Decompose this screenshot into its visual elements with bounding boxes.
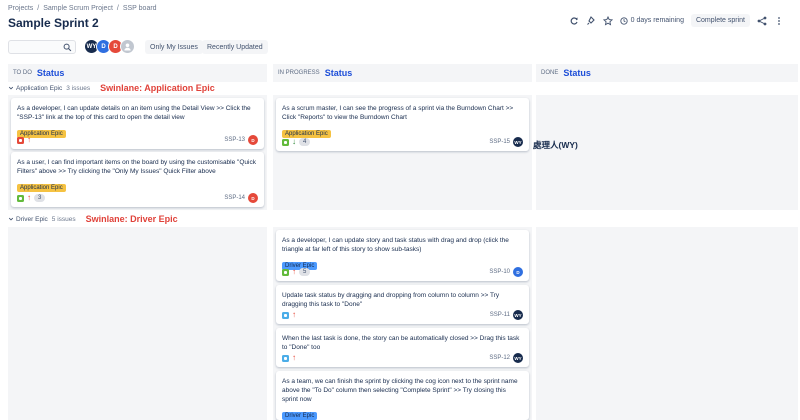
bug-icon (17, 136, 24, 144)
breadcrumb-projects[interactable]: Projects (8, 5, 33, 12)
assignee-avatar[interactable]: WY (513, 137, 523, 147)
user-icon (124, 43, 131, 51)
issue-key[interactable]: SSP-10 (489, 269, 510, 275)
priority-high-icon: ↑ (292, 267, 296, 276)
story-points: 3 (34, 194, 46, 202)
card-summary: As a team, we can finish the sprint by c… (282, 378, 518, 403)
quick-filter-only-my-issues[interactable]: Only My Issues (145, 40, 203, 54)
priority-high-icon: ↑ (27, 135, 31, 144)
column-name: IN PROGRESS (278, 70, 320, 76)
epic-label: Application Epic (17, 184, 66, 192)
swimlane-annotation: Swinlane: Application Epic (100, 83, 215, 93)
priority-high-icon: ↑ (27, 193, 31, 202)
breadcrumb-separator: / (116, 5, 119, 12)
issue-card[interactable]: As a user, I can find important items on… (11, 152, 264, 207)
assignee-avatar[interactable]: WY (513, 310, 523, 320)
swimlane-name: Application Epic (16, 84, 63, 92)
swimlane-annotation: Swinlane: Driver Epic (85, 214, 178, 224)
sprint-toolbar: 0 days remaining Complete sprint (569, 14, 784, 27)
refresh-icon[interactable] (569, 16, 579, 26)
issue-card[interactable]: As a developer, I can update details on … (11, 98, 264, 149)
issue-card[interactable]: As a scrum master, I can see the progres… (276, 98, 529, 151)
story-points: 4 (299, 138, 311, 146)
column-annotation: Status (324, 68, 353, 78)
priority-low-icon: ↓ (292, 137, 296, 146)
lane-cell-todo (8, 227, 267, 420)
breadcrumb-board[interactable]: SSP board (123, 5, 157, 12)
page-title: Sample Sprint 2 (8, 16, 99, 30)
issue-card[interactable]: As a team, we can finish the sprint by c… (276, 371, 529, 420)
swimlane-count: 3 issues (66, 84, 91, 92)
avatar-unassigned[interactable] (120, 39, 135, 54)
story-icon (282, 268, 289, 276)
column-header-done: DONE Status (536, 64, 798, 82)
story-points: 5 (299, 268, 311, 276)
epic-label: Driver Epic (282, 412, 318, 420)
assignee-avatar[interactable]: D (248, 193, 258, 203)
issue-key[interactable]: SSP-12 (489, 355, 510, 361)
column-header-in-progress: IN PROGRESS Status (273, 64, 532, 82)
column-annotation: Status (563, 68, 591, 78)
card-summary: As a developer, I can update details on … (17, 105, 251, 121)
column-annotation: Status (36, 68, 65, 78)
issue-key[interactable]: SSP-13 (224, 137, 245, 143)
task-icon (282, 311, 289, 319)
lane-cell-done (536, 227, 798, 420)
swimlane-count: 5 issues (51, 215, 76, 223)
column-name: TO DO (13, 70, 32, 76)
lane-cell-done (536, 95, 798, 210)
issue-card[interactable]: When the last task is done, the story ca… (276, 328, 529, 367)
more-icon[interactable] (774, 16, 784, 26)
priority-high-icon: ↑ (292, 310, 296, 319)
chevron-down-icon (8, 86, 14, 90)
quick-filter-recently-updated[interactable]: Recently Updated (202, 40, 268, 54)
issue-card[interactable]: As a developer, I can update story and t… (276, 230, 529, 281)
breadcrumb-project[interactable]: Sample Scrum Project (43, 5, 113, 12)
chevron-down-icon (8, 217, 14, 221)
assignee-avatars: WY D D (84, 39, 135, 54)
story-icon (17, 194, 24, 202)
breadcrumb-separator: / (37, 5, 40, 12)
clock-icon (620, 16, 628, 25)
release-icon[interactable] (586, 15, 596, 26)
swimlane-name: Driver Epic (16, 215, 48, 223)
issue-key[interactable]: SSP-14 (224, 195, 245, 201)
issue-card[interactable]: Update task status by dragging and dropp… (276, 285, 529, 324)
assignee-annotation: 處理人(WY) (533, 140, 578, 150)
card-summary: As a user, I can find important items on… (17, 159, 256, 175)
task-icon (282, 354, 289, 362)
column-header-todo: TO DO Status (8, 64, 267, 82)
time-remaining: 0 days remaining (620, 16, 684, 25)
assignee-avatar[interactable]: D (513, 267, 523, 277)
time-remaining-text: 0 days remaining (630, 17, 684, 24)
star-icon[interactable] (602, 15, 613, 26)
assignee-avatar[interactable]: WY (513, 353, 523, 363)
card-summary: As a scrum master, I can see the progres… (282, 105, 514, 121)
column-name: DONE (541, 70, 559, 76)
issue-key[interactable]: SSP-15 (489, 139, 510, 145)
swimlane-header-driver-epic[interactable]: Driver Epic 5 issues Swinlane: Driver Ep… (8, 214, 178, 224)
swimlane-header-application-epic[interactable]: Application Epic 3 issues Swinlane: Appl… (8, 83, 215, 93)
story-icon (282, 138, 289, 146)
card-summary: As a developer, I can update story and t… (282, 237, 509, 253)
card-summary: Update task status by dragging and dropp… (282, 292, 500, 308)
card-summary: When the last task is done, the story ca… (282, 335, 520, 351)
search-input[interactable] (8, 40, 76, 54)
share-icon[interactable] (757, 16, 767, 26)
assignee-avatar[interactable]: D (248, 135, 258, 145)
search-icon (62, 42, 72, 52)
priority-high-icon: ↑ (292, 353, 296, 362)
complete-sprint-button[interactable]: Complete sprint (690, 14, 750, 27)
issue-key[interactable]: SSP-11 (490, 312, 510, 318)
breadcrumb: Projects / Sample Scrum Project / SSP board (8, 5, 157, 12)
